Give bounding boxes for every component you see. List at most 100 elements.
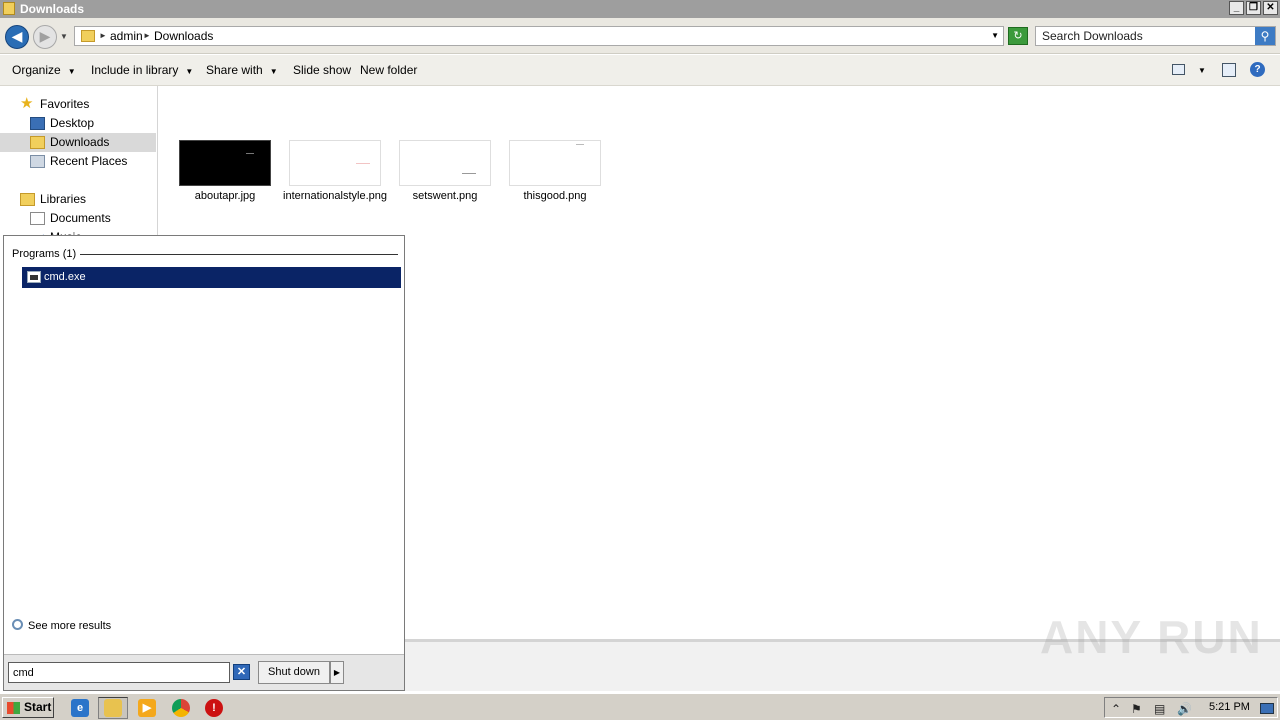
star-icon: ★ [20, 95, 34, 112]
media-player-icon[interactable]: ▶ [138, 699, 156, 717]
forward-button[interactable]: ▶ [33, 25, 57, 49]
refresh-button[interactable]: ↻ [1008, 27, 1028, 45]
desktop-icon [30, 117, 45, 130]
documents-icon [30, 212, 45, 225]
search-input[interactable] [1036, 27, 1251, 45]
nav-favorites-label: Favorites [40, 97, 90, 111]
nav-documents[interactable]: Documents [0, 209, 156, 228]
navigation-pane: ★ Favorites Desktop Downloads Recent Pla… [0, 86, 158, 236]
explorer-taskbar-button[interactable] [98, 697, 128, 719]
action-center-flag-icon[interactable]: ⚑ [1131, 702, 1142, 716]
preview-pane-icon[interactable] [1222, 63, 1236, 77]
chevron-down-icon: ▼ [269, 67, 278, 76]
organize-button[interactable]: Organize ▼ [12, 63, 76, 77]
windows-logo-icon [7, 702, 20, 714]
start-search-input[interactable] [9, 663, 224, 682]
network-icon[interactable]: ▤ [1154, 702, 1165, 716]
command-bar: Organize ▼ Include in library ▼ Share with… [0, 55, 1280, 86]
back-button[interactable]: ◀ [5, 25, 29, 49]
chevron-down-icon: ▼ [185, 67, 194, 76]
file-name: thisgood.png [523, 190, 587, 202]
minimize-button[interactable]: _ [1229, 1, 1244, 15]
change-view-icon[interactable] [1172, 64, 1185, 75]
window-controls: _ ❐ ✕ [1229, 1, 1278, 15]
console-icon [27, 271, 41, 283]
antivirus-icon[interactable]: ! [205, 699, 223, 717]
breadcrumb-downloads[interactable]: Downloads [154, 29, 213, 43]
share-with-button[interactable]: Share with ▼ [206, 63, 278, 77]
search-result-cmd[interactable]: cmd.exe [22, 267, 401, 288]
window-title: Downloads [20, 2, 85, 16]
close-button[interactable]: ✕ [1263, 1, 1278, 15]
volume-icon[interactable]: 🔊 [1177, 702, 1192, 716]
share-with-label: Share with [206, 63, 263, 77]
help-icon[interactable]: ? [1250, 62, 1265, 77]
clock[interactable]: 5:21 PM [1209, 701, 1250, 713]
nav-downloads[interactable]: Downloads [0, 133, 156, 152]
recent-pages-dropdown[interactable]: ▼ [60, 32, 68, 41]
image-thumbnail [289, 140, 381, 186]
nav-recent-places-label: Recent Places [50, 154, 128, 168]
nav-favorites[interactable]: ★ Favorites [0, 95, 156, 114]
file-item[interactable]: internationalstyle.png [283, 140, 387, 203]
folder-icon [104, 699, 122, 717]
breadcrumb-admin[interactable]: admin [110, 29, 143, 43]
shut-down-options-arrow[interactable]: ▶ [330, 661, 344, 684]
slide-show-button[interactable]: Slide show [293, 63, 351, 77]
start-menu: Programs (1) cmd.exe See more results ✕ … [3, 235, 405, 691]
see-more-results-label: See more results [28, 620, 112, 632]
start-menu-bottom-bar: ✕ Shut down ▶ [4, 654, 404, 690]
shut-down-button[interactable]: Shut down [258, 661, 330, 684]
nav-desktop[interactable]: Desktop [0, 114, 156, 133]
new-folder-button[interactable]: New folder [360, 63, 417, 77]
programs-section-header: Programs (1) [12, 248, 77, 260]
file-name: aboutapr.jpg [194, 190, 256, 202]
clear-search-icon[interactable]: ✕ [233, 664, 250, 680]
libraries-icon [20, 193, 35, 206]
show-desktop-icon[interactable] [1260, 703, 1274, 714]
system-tray: ⌃ ⚑ ▤ 🔊 5:21 PM [1104, 697, 1278, 718]
address-bar-area: ◀ ▶ ▼ ► admin ► Downloads ▼ ↻ ⚲ [0, 18, 1280, 54]
show-hidden-icons-icon[interactable]: ⌃ [1111, 702, 1121, 716]
file-item[interactable]: setswent.png [393, 140, 497, 203]
image-thumbnail [399, 140, 491, 186]
include-in-library-button[interactable]: Include in library ▼ [91, 63, 193, 77]
nav-libraries-label: Libraries [40, 192, 87, 206]
chrome-icon[interactable] [172, 699, 190, 717]
see-more-results-link[interactable]: See more results [12, 619, 111, 632]
downloads-folder-icon [30, 136, 45, 149]
nav-desktop-label: Desktop [50, 116, 95, 130]
start-search-box [8, 662, 230, 683]
image-thumbnail [179, 140, 271, 186]
nav-recent-places[interactable]: Recent Places [0, 152, 156, 171]
maximize-button[interactable]: ❐ [1246, 1, 1261, 15]
file-item[interactable]: thisgood.png [503, 140, 607, 203]
chevron-right-icon[interactable]: ► [99, 31, 107, 40]
chevron-right-icon[interactable]: ► [143, 31, 151, 40]
start-button[interactable]: Start [2, 697, 54, 718]
nav-documents-label: Documents [50, 211, 111, 225]
folder-icon [3, 2, 15, 15]
search-result-label: cmd.exe [44, 271, 86, 283]
recent-places-icon [30, 155, 45, 168]
taskbar: Start e ▶ ! ⌃ ⚑ ▤ 🔊 5:21 PM [0, 693, 1280, 720]
section-divider [80, 254, 398, 255]
image-thumbnail [509, 140, 601, 186]
file-name: setswent.png [412, 190, 478, 202]
chevron-down-icon[interactable]: ▼ [991, 31, 999, 40]
magnifier-icon [12, 619, 23, 630]
watermark-logo: ANY RUN [1040, 611, 1263, 663]
folder-icon [81, 30, 95, 42]
file-item[interactable]: aboutapr.jpg [173, 140, 277, 203]
window-title-bar: Downloads _ ❐ ✕ [0, 0, 1280, 18]
search-box: ⚲ [1035, 26, 1276, 46]
search-icon[interactable]: ⚲ [1255, 27, 1275, 45]
chevron-down-icon[interactable]: ▼ [1198, 66, 1206, 75]
nav-libraries[interactable]: Libraries [0, 190, 156, 209]
include-in-library-label: Include in library [91, 63, 179, 77]
internet-explorer-icon[interactable]: e [71, 699, 89, 717]
address-box[interactable]: ► admin ► Downloads ▼ [74, 26, 1004, 46]
chevron-down-icon: ▼ [67, 67, 76, 76]
file-name: internationalstyle.png [283, 190, 387, 202]
nav-downloads-label: Downloads [50, 135, 110, 149]
